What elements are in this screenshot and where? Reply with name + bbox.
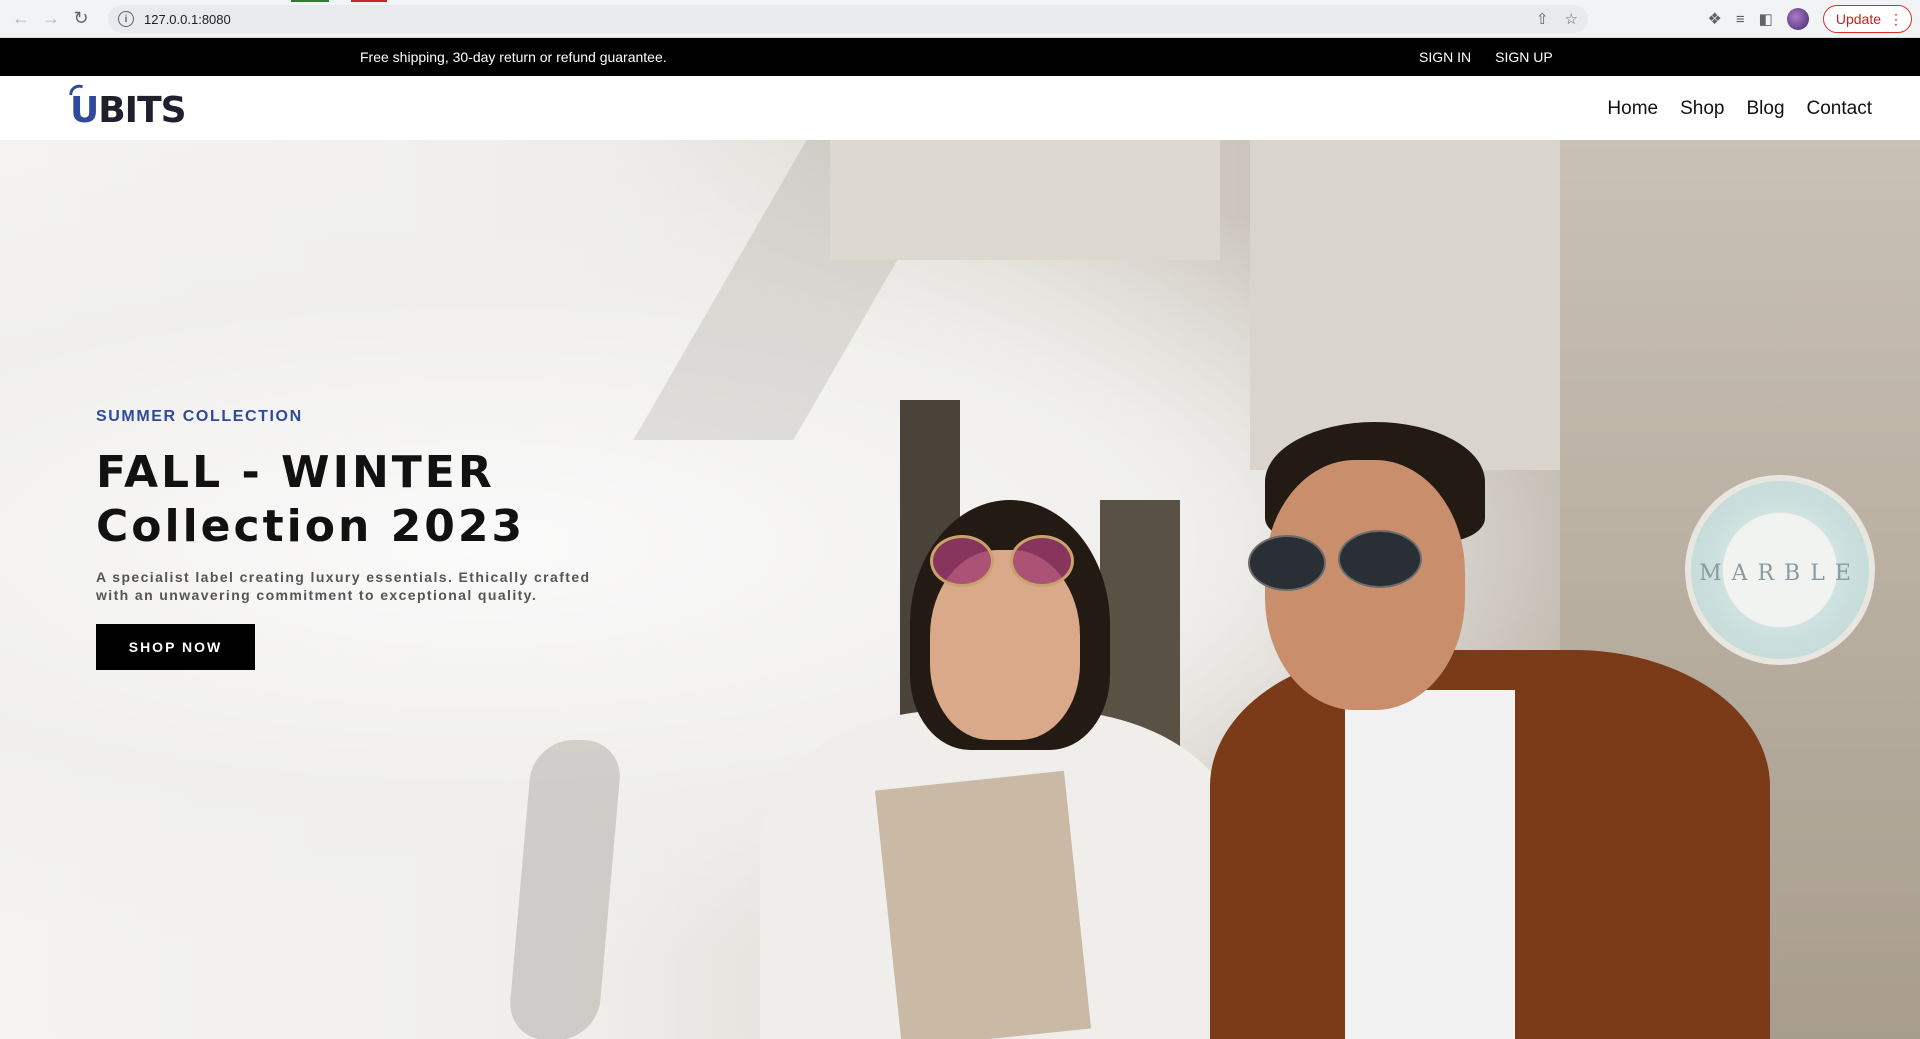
headline-line: FALL - WINTER: [96, 447, 495, 498]
site-logo[interactable]: UBITS: [69, 83, 187, 131]
nav-contact[interactable]: Contact: [1807, 98, 1872, 120]
shop-now-button[interactable]: SHOP NOW: [96, 624, 255, 670]
nav-shop[interactable]: Shop: [1680, 98, 1724, 120]
promo-bar: Free shipping, 30-day return or refund g…: [0, 38, 1920, 76]
side-panel-icon[interactable]: ◧: [1759, 10, 1773, 28]
bookmark-star-icon[interactable]: ☆: [1565, 10, 1578, 28]
update-label: Update: [1835, 11, 1881, 27]
nav-blog[interactable]: Blog: [1746, 98, 1784, 120]
woman-sunglasses: [930, 535, 994, 587]
tab-indicator: [291, 0, 329, 2]
hero-eyebrow: SUMMER COLLECTION: [96, 408, 303, 425]
site-header: UBITS Home Shop Blog Contact: [0, 76, 1920, 140]
share-icon[interactable]: ⇧: [1536, 10, 1549, 28]
signboard: [1250, 140, 1570, 470]
headline-line: Collection 2023: [96, 501, 526, 552]
auth-links: SIGN IN SIGN UP: [1419, 49, 1553, 65]
hero-headline: FALL - WINTER Collection 2023: [96, 446, 616, 554]
reload-icon[interactable]: ↻: [66, 4, 96, 34]
woman-sunglasses: [1010, 535, 1074, 587]
extensions-puzzle-icon[interactable]: ❖: [1708, 9, 1722, 29]
update-button[interactable]: Update ⋮: [1822, 5, 1912, 33]
more-menu-icon: ⋮: [1889, 10, 1903, 27]
sign-in-link[interactable]: SIGN IN: [1419, 49, 1471, 65]
url-text[interactable]: 127.0.0.1:8080: [144, 12, 231, 27]
signboard: [830, 140, 1220, 260]
browser-toolbar: ← → ↻ i 127.0.0.1:8080 ⇧ ☆ ❖ ≡ ◧ Update …: [0, 0, 1920, 38]
forward-arrow-icon[interactable]: →: [36, 4, 66, 34]
reading-list-icon[interactable]: ≡: [1736, 11, 1745, 28]
hero-subtext: A specialist label creating luxury essen…: [96, 569, 591, 603]
sign-text: MARBLE: [1699, 561, 1861, 586]
address-bar[interactable]: i 127.0.0.1:8080 ⇧ ☆: [108, 5, 1588, 33]
site-info-icon[interactable]: i: [118, 11, 134, 27]
profile-avatar[interactable]: [1786, 8, 1809, 30]
man-sunglasses: [1248, 535, 1326, 591]
tab-strip-edge: [291, 0, 391, 2]
sign-up-link[interactable]: SIGN UP: [1495, 49, 1553, 65]
marble-sign: MARBLE: [1685, 475, 1875, 665]
person-shadow: [506, 740, 624, 1039]
man-shirt: [1345, 690, 1515, 1039]
tab-indicator: [351, 0, 387, 2]
nav-home[interactable]: Home: [1607, 98, 1658, 120]
man-sunglasses: [1338, 530, 1422, 588]
magazine: [874, 770, 1092, 1039]
logo-letter: U: [70, 90, 99, 131]
main-nav: Home Shop Blog Contact: [1607, 98, 1872, 120]
hero-banner: MARBLE SUMMER COLLECTION FALL - WINTER C…: [0, 140, 1920, 1039]
promo-message: Free shipping, 30-day return or refund g…: [360, 49, 667, 65]
hero-content: SUMMER COLLECTION FALL - WINTER Collecti…: [96, 408, 616, 670]
logo-text: BITS: [98, 90, 186, 131]
logo-mark-icon: [69, 83, 83, 97]
back-arrow-icon[interactable]: ←: [6, 4, 36, 34]
